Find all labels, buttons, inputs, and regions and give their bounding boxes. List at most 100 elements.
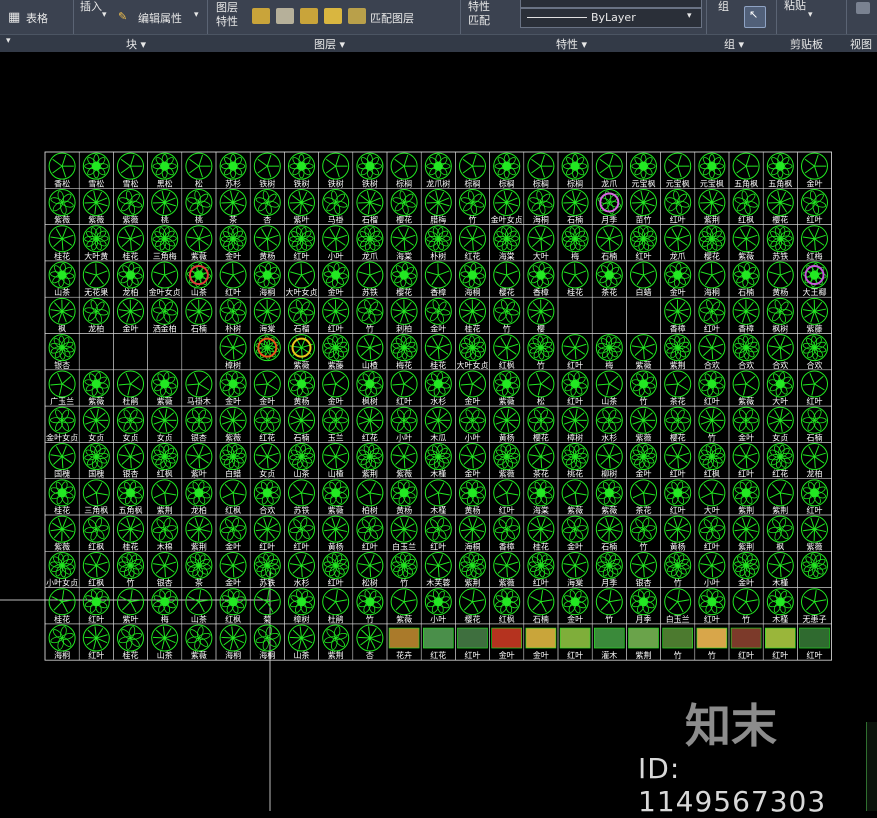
symbol-cell[interactable]: 枫 [45,297,79,333]
symbol-cell[interactable]: 紫荆 [763,479,797,515]
symbol-cell[interactable]: 竹 [490,297,524,333]
panel-title-group[interactable]: 组 ▾ [724,36,744,52]
symbol-cell[interactable]: 紫叶 [182,442,216,478]
symbol-cell[interactable]: 紫薇 [490,442,524,478]
symbol-cell[interactable]: 金叶 [216,515,250,551]
symbol-cell[interactable]: 金叶 [626,442,660,478]
symbol-cell[interactable]: 棕榈 [455,152,489,188]
symbol-cell[interactable]: 红叶 [729,624,763,660]
symbol-cell[interactable]: 红叶 [661,442,695,478]
symbol-cell[interactable]: 金叶 [216,370,250,406]
symbol-cell[interactable]: 红叶 [250,515,284,551]
symbol-cell[interactable]: 红枫 [695,442,729,478]
symbol-cell[interactable] [592,297,626,333]
symbol-cell[interactable]: 小叶 [695,551,729,587]
panel-title-layer[interactable]: 图层 ▾ [314,36,345,52]
panel-title-view[interactable]: 视图 [850,36,872,52]
symbol-cell[interactable]: 红枫 [216,479,250,515]
symbol-cell[interactable]: 紫薇 [182,225,216,261]
symbol-cell[interactable]: 山茶 [284,442,318,478]
symbol-cell[interactable]: 白蜡 [216,442,250,478]
symbol-cell[interactable]: 女贞 [79,406,113,442]
symbol-cell[interactable]: 桂花 [45,479,79,515]
linetype-combo[interactable]: ByLayer ▾ [520,8,702,28]
symbol-cell[interactable]: 铁树 [250,152,284,188]
symbol-cell[interactable]: 红叶 [387,370,421,406]
symbol-cell[interactable]: 香松 [45,152,79,188]
symbol-cell[interactable]: 银杏 [45,334,79,370]
symbol-cell[interactable]: 苏铁 [763,225,797,261]
symbol-cell[interactable]: 紫薇 [45,515,79,551]
symbol-cell[interactable]: 红枫 [148,442,182,478]
symbol-cell[interactable]: 小叶 [387,406,421,442]
symbol-cell[interactable]: 黄杨 [250,225,284,261]
symbol-cell[interactable]: 山楂 [319,442,353,478]
symbol-cell[interactable]: 香樟 [524,261,558,297]
symbol-cell[interactable]: 梅 [148,588,182,624]
symbol-cell[interactable]: 红叶 [797,370,831,406]
symbol-cell[interactable]: 樱花 [695,225,729,261]
symbol-cell[interactable]: 五角枫 [729,152,763,188]
symbol-cell[interactable]: 铁树 [353,152,387,188]
symbol-cell[interactable]: 海棠 [490,225,524,261]
symbol-cell[interactable]: 龙爪 [592,152,626,188]
table-icon[interactable]: ▦ [8,10,20,25]
symbol-cell[interactable]: 山茶 [148,624,182,660]
symbol-cell[interactable]: 海桐 [455,515,489,551]
symbol-cell[interactable]: 马褂 [319,188,353,224]
symbol-cell[interactable]: 棕榈 [490,152,524,188]
symbol-cell[interactable]: 红花 [250,406,284,442]
symbol-cell[interactable]: 红叶 [626,225,660,261]
symbol-cell[interactable]: 紫薇 [729,225,763,261]
symbol-cell[interactable]: 金叶女贞 [148,261,182,297]
symbol-cell[interactable]: 枫树 [353,370,387,406]
symbol-cell[interactable]: 松 [182,152,216,188]
symbol-cell[interactable]: 铁树 [284,152,318,188]
symbol-cell[interactable]: 金叶 [421,297,455,333]
symbol-cell[interactable]: 女贞 [763,406,797,442]
symbol-cell[interactable]: 木槿 [763,588,797,624]
symbol-cell[interactable]: 三角梅 [148,225,182,261]
symbol-cell[interactable]: 竹 [729,588,763,624]
symbol-cell[interactable]: 红枫 [79,551,113,587]
symbol-cell[interactable]: 棕榈 [387,152,421,188]
symbol-cell[interactable]: 竹 [524,334,558,370]
symbol-cell[interactable]: 石楠 [797,406,831,442]
symbol-cell[interactable] [113,334,147,370]
chevron-down-icon[interactable]: ▾ [6,36,11,46]
symbol-cell[interactable]: 红叶 [797,188,831,224]
symbol-cell[interactable]: 国槐 [79,442,113,478]
symbol-cell[interactable]: 大叶女贞 [284,261,318,297]
symbol-cell[interactable]: 樱花 [455,588,489,624]
symbol-cell[interactable]: 红叶 [319,297,353,333]
symbol-cell[interactable]: 杏 [353,624,387,660]
symbol-cell[interactable]: 合欢 [763,334,797,370]
symbol-cell[interactable]: 竹 [353,297,387,333]
symbol-cell[interactable]: 竹 [695,624,729,660]
symbol-cell[interactable]: 海桐 [250,261,284,297]
symbol-cell[interactable]: 红叶 [695,515,729,551]
symbol-cell[interactable]: 桂花 [524,515,558,551]
symbol-cell[interactable]: 金叶女贞 [490,188,524,224]
symbol-cell[interactable]: 红叶 [661,188,695,224]
symbol-cell[interactable]: 海桐 [524,188,558,224]
symbol-cell[interactable]: 月季 [626,588,660,624]
symbol-cell[interactable]: 茶花 [661,370,695,406]
symbol-cell[interactable] [182,334,216,370]
symbol-cell[interactable]: 龙爪树 [421,152,455,188]
symbol-cell[interactable]: 紫薇 [113,188,147,224]
symbol-cell[interactable]: 紫薇 [45,188,79,224]
symbol-cell[interactable]: 金叶 [216,551,250,587]
symbol-cell[interactable]: 木槿 [763,551,797,587]
symbol-cell[interactable]: 紫薇 [387,588,421,624]
symbol-cell[interactable]: 木槿 [421,442,455,478]
panel-title-clipboard[interactable]: 剪贴板 [790,36,823,52]
color-combo[interactable] [520,0,702,8]
symbol-cell[interactable]: 茶花 [524,442,558,478]
panel-title-properties[interactable]: 特性 ▾ [556,36,587,52]
symbol-cell[interactable]: 苏铁 [284,479,318,515]
symbol-cell[interactable]: 海桐 [455,261,489,297]
symbol-cell[interactable]: 桂花 [113,515,147,551]
match-layer-button[interactable]: 匹配图层 [370,10,414,26]
view-tool-icon[interactable] [856,2,870,14]
